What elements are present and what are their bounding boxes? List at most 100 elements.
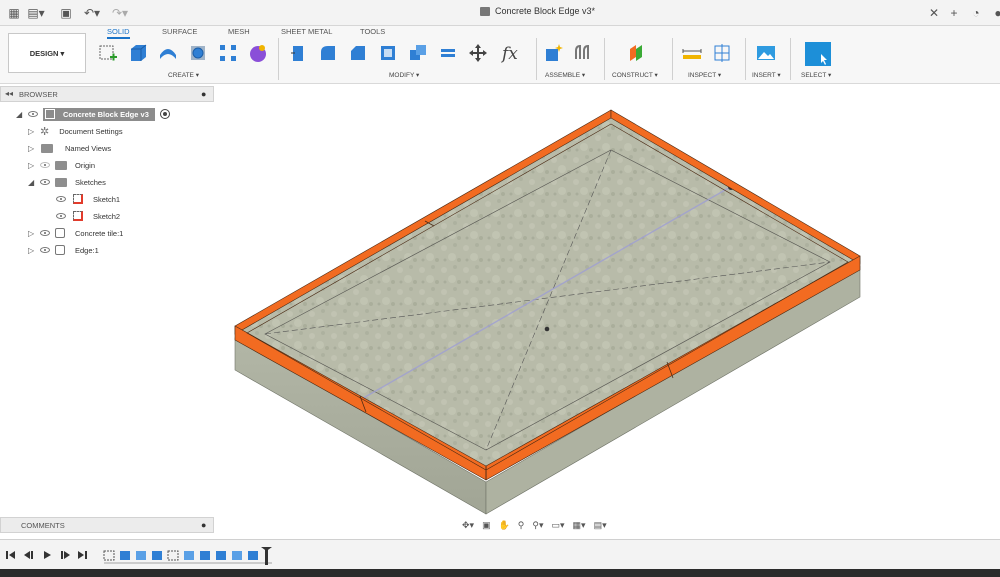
pan-icon[interactable]: ✋ (499, 520, 510, 531)
expand-arrow-icon[interactable]: ◢ (28, 178, 38, 187)
timeline-features[interactable] (100, 545, 280, 567)
modify-group-label[interactable]: MODIFY ▾ (389, 71, 419, 79)
extrude-icon[interactable] (128, 43, 148, 63)
step-back-icon[interactable] (24, 551, 33, 559)
save-icon[interactable]: ▣ (58, 5, 74, 21)
go-to-start-icon[interactable] (6, 551, 15, 559)
comments-panel[interactable]: COMMENTS ● (0, 517, 214, 533)
activate-radio-icon[interactable] (159, 109, 170, 119)
tab-mesh[interactable]: MESH (228, 27, 250, 36)
root-label: Concrete Block Edge v3 (63, 109, 149, 119)
go-to-end-icon[interactable] (78, 551, 87, 559)
form-icon[interactable] (248, 43, 268, 63)
hole-icon[interactable] (188, 43, 208, 63)
tree-item-label: Document Settings (59, 126, 123, 136)
revolve-icon[interactable] (158, 43, 178, 63)
select-icon[interactable] (805, 42, 831, 66)
tree-item[interactable]: ▷ Edge:1 (28, 243, 99, 257)
offset-plane-icon[interactable] (626, 43, 646, 63)
add-comment-icon[interactable]: ● (201, 520, 206, 530)
play-icon[interactable] (44, 551, 51, 559)
folder-icon (41, 143, 53, 153)
press-pull-icon[interactable] (288, 43, 308, 63)
ribbon-separator (745, 38, 746, 80)
undo-icon[interactable]: ↶▾ (84, 5, 100, 21)
tree-item[interactable]: ◢ Sketches (28, 175, 106, 189)
tree-item[interactable]: ▷ Named Views (28, 141, 111, 155)
zoom-icon[interactable]: ⚲ (518, 520, 525, 531)
expand-arrow-icon[interactable]: ▷ (28, 161, 38, 170)
assemble-group-label[interactable]: ASSEMBLE ▾ (545, 71, 585, 79)
insert-canvas-icon[interactable] (756, 43, 776, 63)
timeline-bar (0, 539, 1000, 569)
fillet-icon[interactable] (318, 43, 338, 63)
close-tab-icon[interactable]: ✕ (926, 5, 942, 21)
expand-arrow-icon[interactable]: ◢ (16, 110, 26, 119)
tree-root[interactable]: ◢ Concrete Block Edge v3 (16, 107, 170, 121)
select-group-label[interactable]: SELECT ▾ (801, 71, 831, 79)
expand-arrow-icon[interactable]: ▷ (28, 246, 38, 255)
online-status-icon[interactable]: ◔ (968, 5, 984, 21)
tab-tools[interactable]: TOOLS (360, 27, 385, 36)
expand-arrow-icon[interactable]: ▷ (28, 127, 38, 136)
file-menu-icon[interactable]: ▤▾ (27, 5, 44, 21)
app-grid-icon[interactable]: ▦ (6, 5, 22, 21)
chamfer-icon[interactable] (348, 43, 368, 63)
component-icon (55, 228, 65, 238)
change-parameters-icon[interactable]: fx (500, 43, 528, 63)
redo-icon[interactable]: ↷▾ (112, 5, 128, 21)
sketch-icon (73, 211, 83, 221)
visibility-eye-icon[interactable] (40, 230, 50, 236)
component-icon (55, 245, 65, 255)
visibility-eye-icon[interactable] (56, 213, 66, 219)
inspect-group-label[interactable]: INSPECT ▾ (688, 71, 721, 79)
shell-icon[interactable] (378, 43, 398, 63)
construct-group-label[interactable]: CONSTRUCT ▾ (612, 71, 658, 79)
expand-arrow-icon[interactable]: ▷ (28, 144, 38, 153)
collapse-browser-icon[interactable]: ◂◂ (5, 89, 13, 98)
offset-face-icon[interactable] (438, 43, 458, 63)
pattern-icon[interactable] (218, 43, 238, 63)
notifications-icon[interactable]: ● (990, 5, 1000, 21)
tree-item[interactable]: ▷ Origin (28, 158, 95, 172)
tree-item[interactable]: ▷ Concrete tile:1 (28, 226, 123, 240)
hidden-eye-icon[interactable] (40, 162, 50, 168)
timeline-marker[interactable] (261, 547, 272, 565)
visibility-eye-icon[interactable] (40, 247, 50, 253)
tab-solid[interactable]: SOLID (107, 27, 130, 39)
expand-arrow-icon[interactable]: ▷ (28, 229, 38, 238)
visibility-eye-icon[interactable] (56, 196, 66, 202)
grid-settings-icon[interactable]: ▦▾ (573, 520, 586, 531)
step-forward-icon[interactable] (61, 551, 70, 559)
section-analysis-icon[interactable] (712, 43, 732, 63)
tree-item[interactable]: ▷ ✲ Document Settings (28, 124, 123, 138)
move-copy-icon[interactable] (468, 43, 488, 63)
tab-sheet-metal[interactable]: SHEET METAL (281, 27, 332, 36)
tab-surface[interactable]: SURFACE (162, 27, 197, 36)
workspace-switcher-button[interactable]: DESIGN ▾ (8, 33, 86, 73)
tree-item[interactable]: Sketch2 (54, 209, 120, 223)
display-settings-icon[interactable]: ▭▾ (552, 520, 565, 531)
browser-panel-header[interactable]: ◂◂ BROWSER ● (0, 86, 214, 102)
tree-item-label: Sketch2 (93, 211, 121, 221)
fit-icon[interactable]: ⚲▾ (532, 520, 543, 531)
new-tab-icon[interactable]: + (946, 5, 962, 21)
document-title-text: Concrete Block Edge v3* (495, 6, 596, 16)
measure-icon[interactable] (682, 43, 702, 63)
tree-item[interactable]: Sketch1 (54, 192, 120, 206)
browser-options-icon[interactable]: ● (201, 89, 206, 99)
visibility-eye-icon[interactable] (40, 179, 50, 185)
viewports-icon[interactable]: ▤▾ (594, 520, 607, 531)
create-sketch-icon[interactable] (98, 43, 118, 63)
new-component-icon[interactable] (544, 43, 564, 63)
joint-icon[interactable] (572, 43, 592, 63)
component-icon (45, 109, 55, 119)
visibility-eye-icon[interactable] (28, 111, 38, 117)
look-at-icon[interactable]: ▣ (482, 520, 491, 531)
create-group-label[interactable]: CREATE ▾ (168, 71, 199, 79)
combine-icon[interactable] (408, 43, 428, 63)
insert-group-label[interactable]: INSERT ▾ (752, 71, 781, 79)
canvas-viewport[interactable] (215, 86, 1000, 536)
orbit-icon[interactable]: ✥▾ (462, 520, 474, 531)
component-root[interactable]: Concrete Block Edge v3 (43, 107, 155, 121)
